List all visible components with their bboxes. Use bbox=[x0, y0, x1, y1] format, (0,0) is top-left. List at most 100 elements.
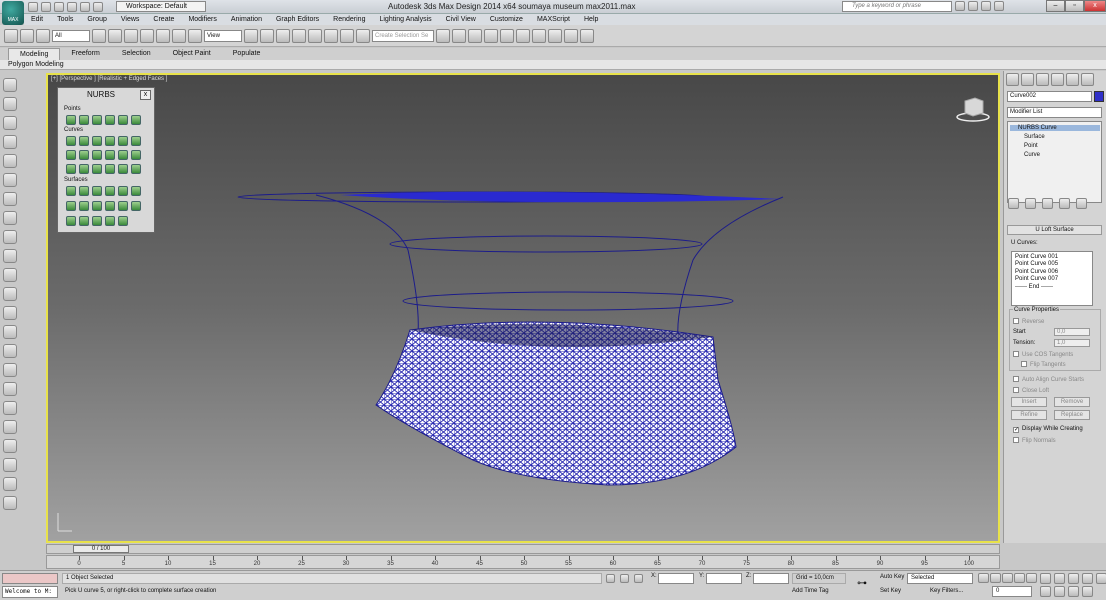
angle-snap-icon[interactable] bbox=[308, 28, 322, 43]
menu-rendering[interactable]: Rendering bbox=[326, 14, 372, 25]
tool-icon-5[interactable] bbox=[3, 154, 17, 168]
object-color-swatch[interactable] bbox=[1094, 91, 1104, 102]
replace-button[interactable]: Replace bbox=[1054, 410, 1090, 420]
move-icon[interactable] bbox=[156, 28, 170, 43]
menu-create[interactable]: Create bbox=[146, 14, 181, 25]
tool-icon-18[interactable] bbox=[3, 401, 17, 415]
surface-tool-icon[interactable] bbox=[131, 186, 141, 196]
tab-modeling[interactable]: Modeling bbox=[8, 48, 61, 60]
curve-tool-icon[interactable] bbox=[79, 164, 89, 174]
point-tool-icon[interactable] bbox=[92, 115, 102, 125]
light-icon[interactable] bbox=[3, 325, 17, 339]
tool-icon-16[interactable] bbox=[3, 363, 17, 377]
insert-button[interactable]: Insert bbox=[1011, 397, 1047, 407]
tool-icon-22[interactable] bbox=[3, 477, 17, 491]
curve-tool-icon[interactable] bbox=[118, 136, 128, 146]
play-icon[interactable] bbox=[1002, 573, 1013, 583]
surface-tool-icon[interactable] bbox=[92, 201, 102, 211]
surface-tool-icon[interactable] bbox=[105, 201, 115, 211]
point-tool-icon[interactable] bbox=[131, 115, 141, 125]
surface-tool-icon[interactable] bbox=[92, 216, 102, 226]
set-key-button[interactable]: Set Key bbox=[880, 588, 901, 594]
curve-tool-icon[interactable] bbox=[105, 164, 115, 174]
viewcube-icon[interactable] bbox=[956, 95, 990, 123]
link-icon[interactable] bbox=[4, 28, 18, 43]
render-setup-icon[interactable] bbox=[548, 28, 562, 43]
cone-primitive-icon[interactable] bbox=[3, 306, 17, 320]
curve-tool-icon[interactable] bbox=[118, 164, 128, 174]
snaps-toggle-icon[interactable] bbox=[292, 28, 306, 43]
display-while-creating-checkbox[interactable]: ✓ Display While Creating bbox=[1013, 426, 1083, 433]
surface-tool-icon[interactable] bbox=[131, 201, 141, 211]
reverse-checkbox[interactable]: Reverse bbox=[1013, 318, 1044, 325]
zoom-extents-all-icon[interactable] bbox=[1082, 573, 1093, 584]
zoom-extents-icon[interactable] bbox=[1068, 573, 1079, 584]
remove-modifier-icon[interactable] bbox=[1059, 198, 1070, 209]
selection-region-icon[interactable] bbox=[124, 28, 138, 43]
curve-tool-icon[interactable] bbox=[66, 164, 76, 174]
display-tab-icon[interactable] bbox=[1066, 73, 1079, 86]
surface-tool-icon[interactable] bbox=[118, 201, 128, 211]
u-loft-rollout-title[interactable]: U Loft Surface bbox=[1007, 225, 1102, 235]
mirror-icon[interactable] bbox=[436, 28, 450, 43]
key-filters-button[interactable]: Key Filters... bbox=[930, 588, 963, 594]
tool-icon-6[interactable] bbox=[3, 173, 17, 187]
nurbs-model[interactable] bbox=[48, 75, 998, 541]
orbit-icon[interactable] bbox=[1068, 586, 1079, 597]
menu-lighting-analysis[interactable]: Lighting Analysis bbox=[372, 14, 438, 25]
point-tool-icon[interactable] bbox=[118, 115, 128, 125]
curve-tool-icon[interactable] bbox=[131, 136, 141, 146]
tension-spinner[interactable]: 1,0 bbox=[1054, 339, 1090, 347]
walk-through-icon[interactable] bbox=[1054, 586, 1065, 597]
isolate-selection-icon[interactable] bbox=[606, 574, 615, 583]
profile-curve-left[interactable] bbox=[315, 194, 419, 334]
keyboard-shortcut-icon[interactable] bbox=[276, 28, 290, 43]
menu-animation[interactable]: Animation bbox=[224, 14, 269, 25]
curve-tool-icon[interactable] bbox=[92, 164, 102, 174]
binoculars-icon[interactable] bbox=[955, 1, 965, 11]
undo-icon[interactable] bbox=[67, 2, 77, 12]
remove-button[interactable]: Remove bbox=[1054, 397, 1090, 407]
workspace-dropdown[interactable]: Workspace: Default bbox=[116, 1, 206, 12]
u-curves-list[interactable]: Point Curve 001 Point Curve 005 Point Cu… bbox=[1011, 251, 1093, 306]
select-manipulate-icon[interactable] bbox=[260, 28, 274, 43]
menu-civil-view[interactable]: Civil View bbox=[439, 14, 483, 25]
time-slider[interactable]: 0 / 100 bbox=[46, 544, 1000, 554]
surface-tool-icon[interactable] bbox=[66, 201, 76, 211]
menu-group[interactable]: Group bbox=[80, 14, 113, 25]
curve-tool-icon[interactable] bbox=[66, 150, 76, 160]
selection-lock-icon[interactable] bbox=[620, 574, 629, 583]
spinner-snap-icon[interactable] bbox=[340, 28, 354, 43]
modify-tab-icon[interactable] bbox=[1021, 73, 1034, 86]
layer-manager-icon[interactable] bbox=[468, 28, 482, 43]
menu-edit[interactable]: Edit bbox=[24, 14, 50, 25]
list-item[interactable]: ------ End ------ bbox=[1015, 284, 1089, 291]
track-bar[interactable]: 0 5 10 15 20 25 30 35 40 45 50 55 60 65 70 75 80 85 90 95 10… bbox=[46, 555, 1000, 569]
scale-icon[interactable] bbox=[188, 28, 202, 43]
pin-stack-icon[interactable] bbox=[1008, 198, 1019, 209]
new-file-icon[interactable] bbox=[28, 2, 38, 12]
select-by-name-icon[interactable] bbox=[108, 28, 122, 43]
communication-center-icon[interactable] bbox=[968, 1, 978, 11]
key-selection-dropdown[interactable]: Selected bbox=[907, 573, 973, 584]
window-crossing-icon[interactable] bbox=[140, 28, 154, 43]
helper-icon[interactable] bbox=[3, 344, 17, 358]
go-to-start-icon[interactable] bbox=[978, 573, 989, 583]
reference-coordinate-dropdown[interactable]: View bbox=[204, 29, 242, 42]
surface-tool-icon[interactable] bbox=[66, 216, 76, 226]
app-logo[interactable]: MAX bbox=[2, 1, 24, 25]
selection-filter-dropdown[interactable]: All bbox=[52, 29, 90, 42]
menu-tools[interactable]: Tools bbox=[50, 14, 80, 25]
bind-space-warp-icon[interactable] bbox=[36, 28, 50, 43]
teapot-icon[interactable] bbox=[3, 287, 17, 301]
curve-tool-icon[interactable] bbox=[131, 164, 141, 174]
maximize-viewport-icon[interactable] bbox=[1082, 586, 1093, 597]
point-tool-icon[interactable] bbox=[79, 115, 89, 125]
zoom-icon[interactable] bbox=[1040, 573, 1051, 584]
rotate-icon[interactable] bbox=[172, 28, 186, 43]
search-input[interactable]: Type a keyword or phrase bbox=[842, 1, 952, 12]
curve-tool-icon[interactable] bbox=[66, 136, 76, 146]
select-object-icon[interactable] bbox=[92, 28, 106, 43]
surface-tool-icon[interactable] bbox=[79, 201, 89, 211]
mid-curve[interactable] bbox=[389, 235, 703, 253]
